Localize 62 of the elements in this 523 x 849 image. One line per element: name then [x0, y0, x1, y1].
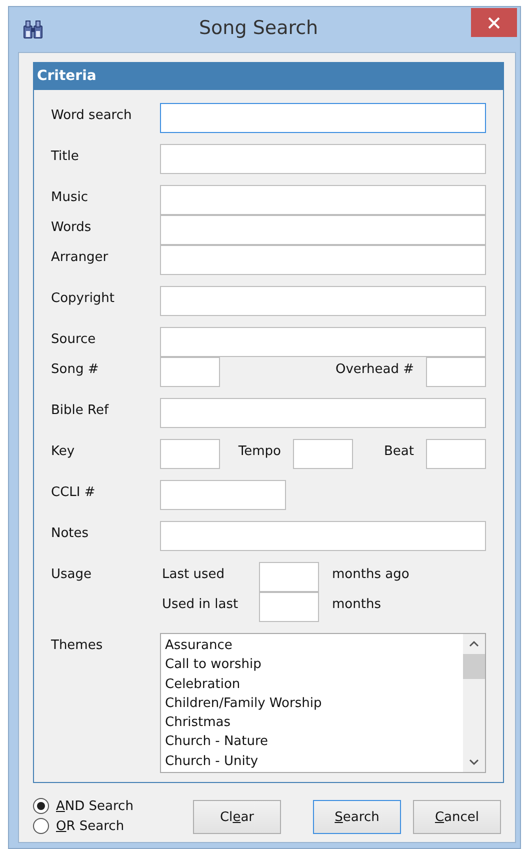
radio-label[interactable]: OR Search — [56, 818, 124, 834]
radio-button[interactable] — [33, 798, 49, 814]
dialog-button[interactable]: Cancel — [413, 800, 501, 834]
scroll-down-icon[interactable] — [469, 759, 479, 766]
text-field[interactable] — [259, 562, 319, 592]
field-label: Song # — [51, 361, 100, 379]
scroll-thumb[interactable] — [463, 654, 485, 679]
text-field[interactable] — [160, 480, 286, 510]
text-field[interactable] — [160, 357, 220, 387]
list-item[interactable]: Assurance — [165, 636, 459, 656]
list-item[interactable]: Celebration — [165, 674, 459, 694]
field-label: Music — [51, 189, 89, 207]
field-label: Key — [51, 443, 76, 461]
field-label: Themes — [51, 637, 104, 655]
field-label: Copyright — [51, 290, 116, 308]
field-label: Title — [51, 148, 80, 166]
field-label: Overhead # — [335, 362, 414, 377]
text-field[interactable] — [426, 357, 486, 387]
text-field[interactable] — [426, 439, 486, 469]
field-label: CCLI # — [51, 484, 96, 502]
field-label: Beat — [384, 444, 414, 459]
text-field[interactable] — [160, 103, 486, 133]
field-label: Bible Ref — [51, 402, 110, 420]
unit-label: months — [332, 596, 381, 614]
text-field[interactable] — [259, 592, 319, 622]
field-label: Source — [51, 331, 97, 349]
field-label: Usage — [51, 566, 93, 584]
field-label: Tempo — [238, 444, 281, 459]
list-item[interactable]: Children/Family Worship — [165, 694, 459, 714]
text-field[interactable] — [160, 185, 486, 215]
window-title: Song Search — [199, 17, 318, 39]
list-item[interactable]: Call to worship — [165, 655, 459, 675]
field-label: Used in last — [161, 596, 240, 614]
binoculars-icon — [22, 20, 44, 40]
text-field[interactable] — [293, 439, 353, 469]
radio-button[interactable] — [33, 818, 49, 834]
close-button[interactable] — [471, 8, 517, 37]
scrollbar[interactable] — [463, 634, 485, 772]
unit-label: months ago — [332, 566, 410, 584]
text-field[interactable] — [160, 521, 486, 551]
radio-label[interactable]: AND Search — [56, 798, 134, 814]
themes-list[interactable]: Assurance Call to worship Celebration Children/Family Worship Christmas Church - Nature Church - Unity — [160, 633, 486, 773]
text-field[interactable] — [160, 439, 220, 469]
dialog-button[interactable]: Search — [313, 800, 401, 834]
criteria-header: Criteria — [34, 63, 503, 90]
field-label: Arranger — [51, 249, 110, 267]
close-icon — [488, 16, 500, 28]
list-item[interactable]: Church - Unity — [165, 752, 459, 772]
field-label: Notes — [51, 525, 90, 543]
list-item[interactable]: Christmas — [165, 713, 459, 732]
dialog-button[interactable]: Clear — [193, 800, 281, 834]
list-item[interactable]: Church - Nature — [165, 732, 459, 752]
field-label: Word search — [51, 107, 133, 125]
scroll-up-icon[interactable] — [469, 640, 479, 647]
field-label: Last used — [161, 566, 226, 584]
text-field[interactable] — [160, 286, 486, 316]
text-field[interactable] — [160, 215, 486, 245]
text-field[interactable] — [160, 144, 486, 174]
field-label: Words — [51, 219, 92, 237]
text-field[interactable] — [160, 327, 486, 357]
text-field[interactable] — [160, 245, 486, 275]
text-field[interactable] — [160, 398, 486, 428]
